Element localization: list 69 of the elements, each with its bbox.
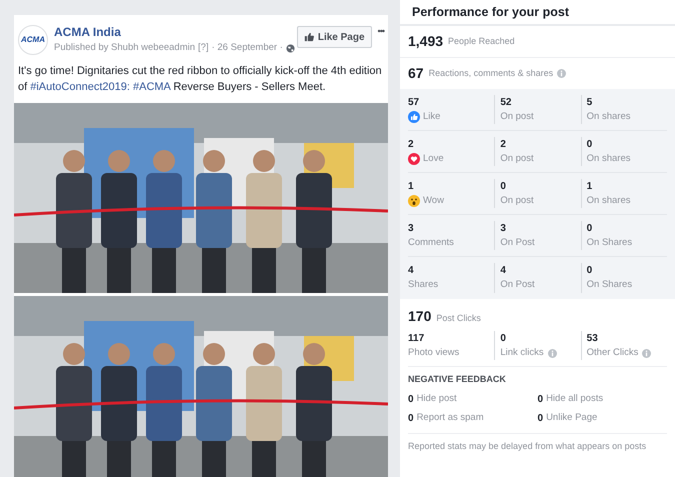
- stat-label: Comments: [408, 236, 454, 250]
- stat-value: 0: [586, 264, 594, 278]
- thumbs-up-icon: [304, 32, 314, 42]
- stat-label: On shares: [586, 110, 632, 124]
- stat-label: Unlike Page: [546, 411, 598, 426]
- stat-label: On Shares: [586, 236, 634, 250]
- post-text: It's go time! Dignitaries cut the red ribbon to officially kick-off the 4th edition of #iAutoConnect2019: #ACMA Reverse Buyers - Sellers Meet.: [17, 64, 383, 96]
- stat-value: 4: [500, 264, 507, 278]
- engagement-label: Reactions, comments & shares: [428, 66, 554, 80]
- stat-value: 0: [538, 412, 544, 426]
- stat-label: Link clicks: [500, 346, 544, 360]
- stat-label: Shares: [408, 278, 438, 292]
- stat-value: 0: [408, 412, 414, 426]
- surprised-face-icon: [408, 195, 420, 207]
- stat-value: 0: [500, 180, 507, 194]
- stat-label: Hide post: [416, 392, 457, 406]
- stat-value: 1: [408, 180, 415, 194]
- stat-value: 1: [586, 180, 594, 194]
- stat-value: 2: [500, 138, 507, 152]
- info-icon: [557, 69, 566, 78]
- stat-value: 52: [500, 96, 512, 110]
- stat-value: 5: [586, 96, 594, 110]
- globe-icon: [286, 44, 295, 53]
- stat-label: On post: [500, 152, 535, 166]
- stat-label: On post: [500, 194, 535, 208]
- stat-label: On Shares: [586, 278, 634, 292]
- reach-count: 1,493: [408, 32, 444, 51]
- stat-value: 0: [586, 138, 594, 152]
- reach-label: People Reached: [448, 34, 515, 48]
- byline: Published by Shubh webeeadmin: [54, 41, 196, 55]
- clicks-count: 170: [408, 307, 432, 326]
- stat-value: 0: [500, 332, 507, 346]
- stat-label: Hide all posts: [546, 392, 604, 406]
- stat-value: 4: [408, 264, 415, 278]
- stat-value: 57: [408, 96, 420, 110]
- panel-header: Performance for your post: [400, 0, 675, 26]
- stat-label: Wow: [423, 194, 444, 208]
- clicks-label: Post Clicks: [436, 312, 481, 324]
- page-logo: ACMA: [18, 25, 48, 55]
- stat-value: 53: [586, 332, 599, 346]
- stat-value: 3: [408, 222, 415, 236]
- stat-label: On post: [500, 110, 535, 124]
- stat-label: On shares: [586, 152, 632, 166]
- stat-label: On Post: [500, 278, 536, 292]
- info-icon: [642, 348, 652, 358]
- thumbs-up-icon: [408, 111, 420, 123]
- page-name[interactable]: ACMA India: [54, 25, 297, 39]
- stat-label: On Post: [500, 236, 536, 250]
- footnote: Reported stats may be delayed from what appears on posts: [408, 440, 648, 453]
- stat-label: Love: [423, 152, 444, 166]
- stat-label: On shares: [586, 194, 632, 208]
- engagement-count: 67: [408, 64, 424, 83]
- post-date: · 26 September ·: [212, 41, 283, 55]
- stat-value: 0: [586, 222, 594, 236]
- negative-feedback-title: NEGATIVE FEEDBACK: [408, 373, 507, 386]
- like-page-button[interactable]: Like Page: [296, 26, 372, 48]
- hashtag-link[interactable]: #iAutoConnect2019:: [30, 81, 130, 94]
- stat-value: 0: [538, 392, 544, 407]
- stat-label: Other Clicks: [586, 346, 638, 360]
- stat-label: Photo views: [408, 346, 460, 360]
- info-icon: [548, 348, 557, 358]
- stat-label: Like: [423, 110, 440, 124]
- stat-value: 117: [408, 332, 426, 346]
- more-button[interactable]: •••: [378, 25, 384, 37]
- stat-value: 3: [500, 222, 507, 236]
- stat-value: 2: [408, 138, 415, 152]
- stat-value: 0: [408, 392, 414, 407]
- stat-label: Report as spam: [416, 411, 484, 426]
- hashtag-link[interactable]: #ACMA: [133, 81, 170, 94]
